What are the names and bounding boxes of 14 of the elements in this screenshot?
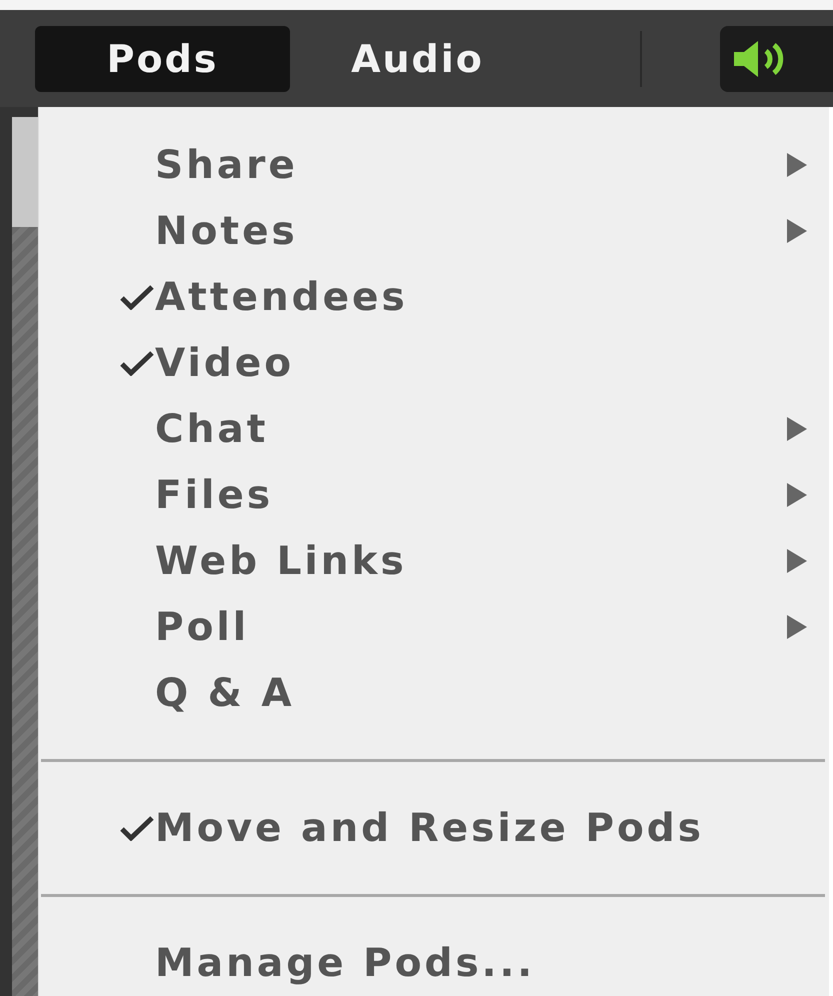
menu-item[interactable]: Video	[39, 330, 829, 396]
menu-tab[interactable]: Pods	[35, 26, 290, 92]
menu-tab[interactable]: Audio	[290, 26, 545, 92]
menu-item[interactable]: Files	[39, 462, 829, 528]
menu-item[interactable]: Poll	[39, 594, 829, 660]
speaker-button[interactable]	[720, 26, 833, 92]
menu-item[interactable]: Manage Pods...	[39, 930, 829, 996]
menu-item[interactable]: Web Links	[39, 528, 829, 594]
menu-item[interactable]: Chat	[39, 396, 829, 462]
menu-item[interactable]: Attendees	[39, 264, 829, 330]
menu-item[interactable]: Q & A	[39, 660, 829, 726]
menu-item[interactable]: Share	[39, 132, 829, 198]
menu-item[interactable]: Notes	[39, 198, 829, 264]
menu-item[interactable]: Move and Resize Pods	[39, 795, 829, 861]
